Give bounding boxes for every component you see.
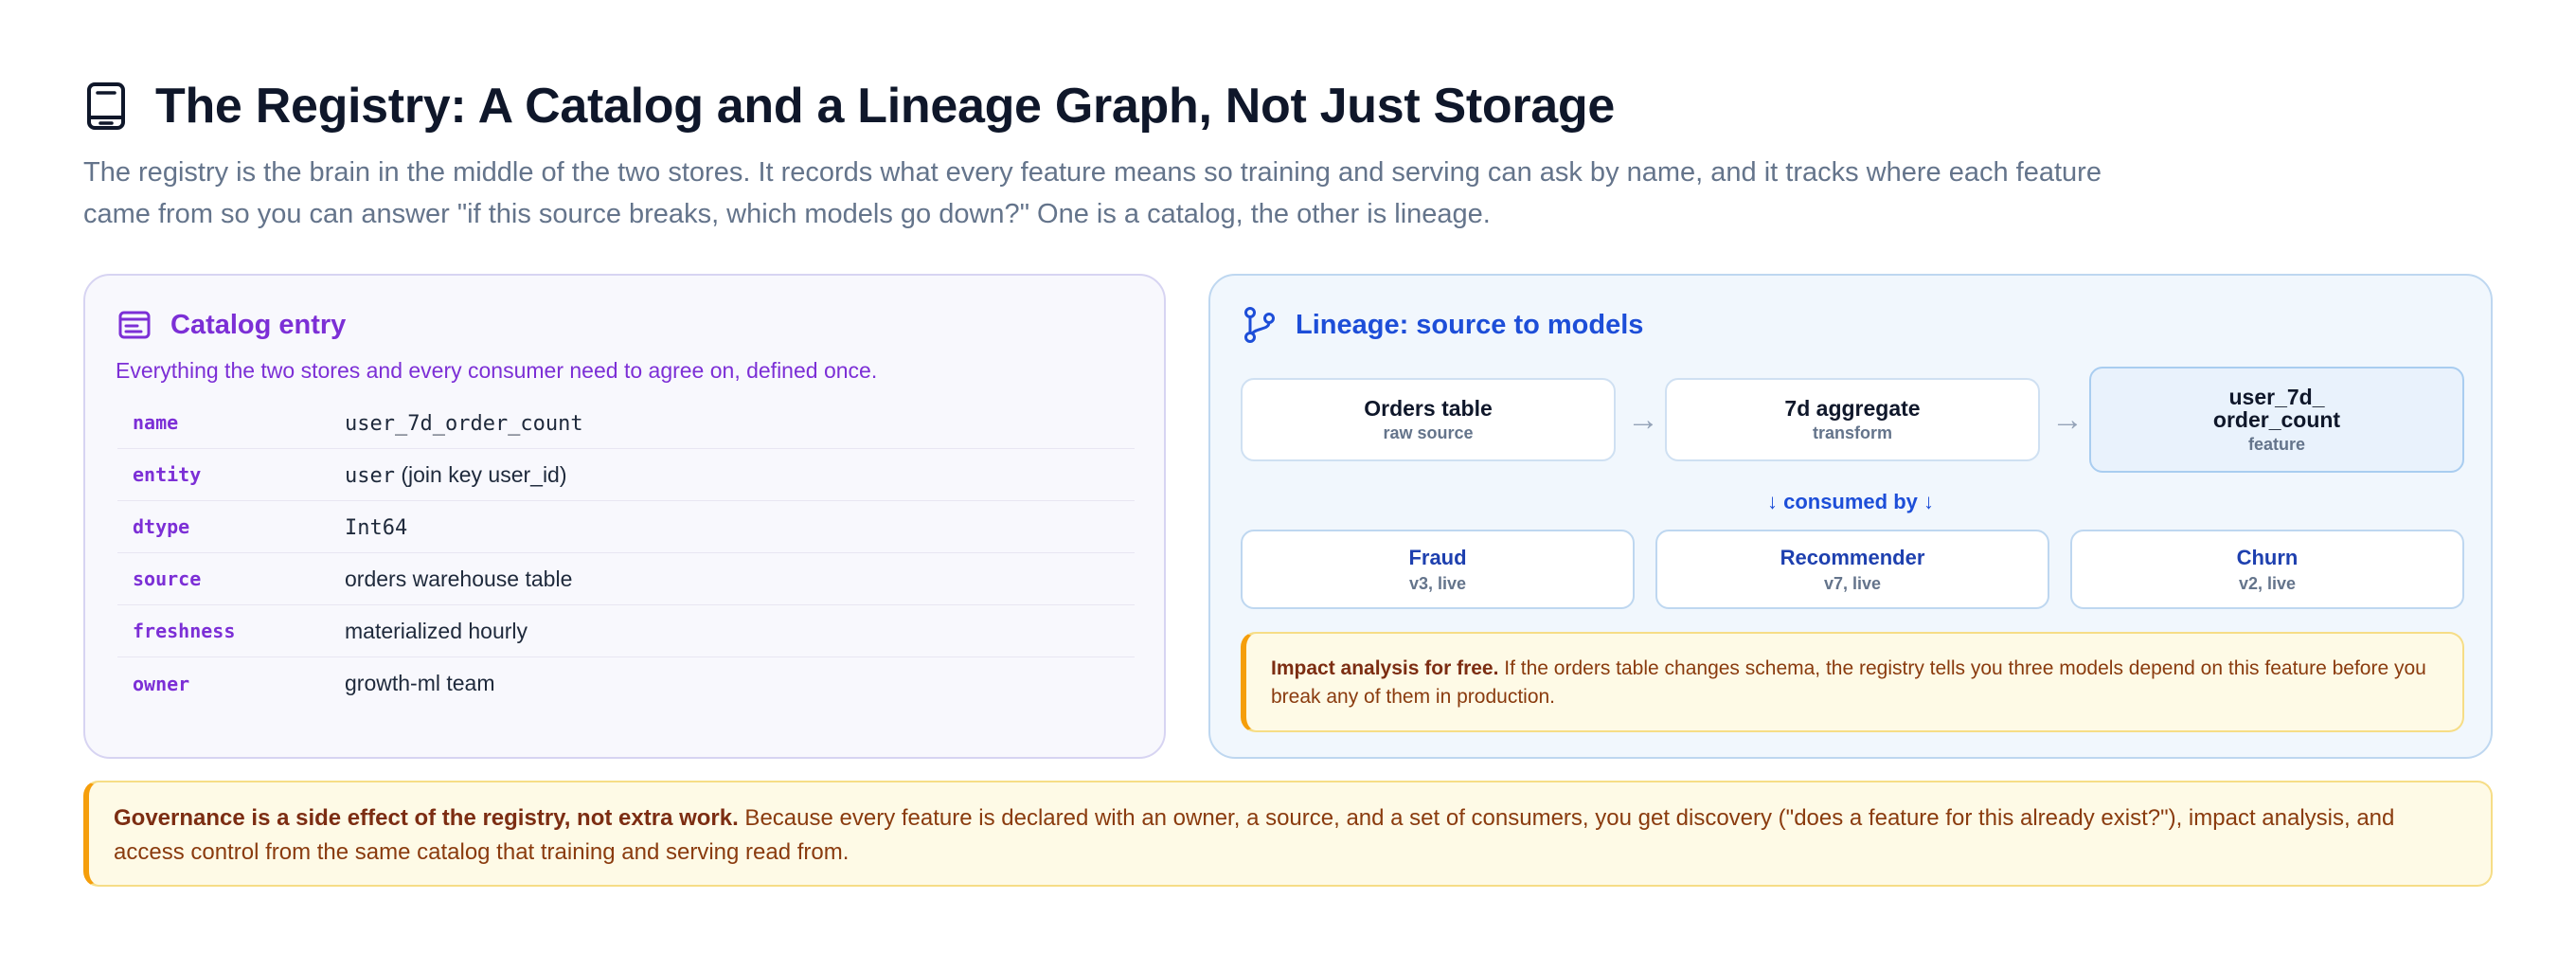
lineage-header: Lineage: source to models: [1243, 304, 1643, 346]
consumer-fraud: Fraud v3, live: [1241, 530, 1635, 609]
catalog-row-dtype: dtype Int64: [117, 501, 1135, 553]
consumer-subtitle: v2, live: [2238, 573, 2297, 593]
catalog-key: name: [133, 411, 179, 434]
impact-callout: Impact analysis for free. If the orders …: [1241, 632, 2464, 732]
arrow-right-icon: →: [2051, 402, 2084, 438]
catalog-value: orders warehouse table: [345, 566, 573, 591]
consumer-title: Fraud: [1408, 545, 1467, 569]
catalog-value: growth-ml team: [345, 671, 495, 695]
catalog-title: Catalog entry: [170, 310, 347, 340]
catalog-key: source: [133, 567, 202, 590]
page: The Registry: A Catalog and a Lineage Gr…: [83, 72, 2493, 887]
cards-row: Catalog entry Everything the two stores …: [83, 274, 2493, 761]
node-title-line1: user_7d_: [2228, 384, 2325, 409]
node-title-line2: order_count: [2212, 406, 2341, 432]
flow-node-feature: user_7d_ order_count feature: [2089, 367, 2464, 473]
consumer-title: Recommender: [1780, 545, 1925, 569]
impact-bold: Impact analysis for free.: [1271, 657, 1499, 679]
consumer-title: Churn: [2236, 545, 2299, 569]
governance-callout: Governance is a side effect of the regis…: [83, 781, 2493, 887]
consumer-subtitle: v7, live: [1823, 573, 1882, 593]
lineage-card: Lineage: source to models Orders table r…: [1208, 274, 2493, 759]
intro-text: The registry is the brain in the middle …: [83, 157, 2102, 229]
catalog-row-name: name user_7d_order_count: [117, 397, 1135, 449]
consumer-subtitle: v3, live: [1408, 573, 1467, 593]
catalog-header: Catalog entry: [117, 304, 346, 346]
catalog-row-entity: entity user (join key user_id): [117, 449, 1135, 501]
node-subtitle: transform: [1812, 423, 1892, 442]
lineage-flow: Orders table raw source → 7d aggregate t…: [1241, 367, 2464, 475]
catalog-card: Catalog entry Everything the two stores …: [83, 274, 1166, 759]
catalog-key: freshness: [133, 620, 236, 642]
catalog-value: Int64: [345, 514, 407, 540]
catalog-value-mono: user_7d_order_count: [345, 411, 583, 436]
title-row: The Registry: A Catalog and a Lineage Gr…: [83, 72, 2493, 140]
catalog-row-owner: owner growth-ml team: [117, 657, 1135, 710]
catalog-value-mono: user: [345, 463, 395, 488]
book-icon: [83, 81, 129, 132]
node-title: 7d aggregate: [1784, 395, 1921, 421]
catalog-value-rest: (join key user_id): [394, 461, 567, 487]
catalog-table: name user_7d_order_count entity user (jo…: [117, 397, 1135, 710]
flow-node-source: Orders table raw source: [1241, 378, 1616, 461]
lineage-title: Lineage: source to models: [1296, 310, 1644, 340]
catalog-value: user (join key user_id): [345, 462, 567, 488]
branch-icon: [1243, 307, 1277, 343]
page-title: The Registry: A Catalog and a Lineage Gr…: [155, 79, 1615, 134]
flow-node-transform: 7d aggregate transform: [1665, 378, 2040, 461]
consumed-by-label: ↓ consumed by ↓: [1766, 490, 1935, 513]
catalog-key: entity: [133, 463, 202, 486]
catalog-row-source: source orders warehouse table: [117, 553, 1135, 605]
catalog-value: user_7d_order_count: [345, 410, 583, 436]
catalog-key: owner: [133, 672, 190, 695]
catalog-subtitle: Everything the two stores and every cons…: [116, 358, 878, 383]
node-subtitle: feature: [2247, 434, 2306, 454]
consumer-churn: Churn v2, live: [2070, 530, 2464, 609]
consumer-recommender: Recommender v7, live: [1655, 530, 2049, 609]
governance-bold: Governance is a side effect of the regis…: [114, 805, 739, 831]
catalog-value: materialized hourly: [345, 618, 528, 643]
consumers-row: Fraud v3, live Recommender v7, live Chur…: [1241, 530, 2464, 611]
card-icon: [117, 308, 152, 342]
catalog-row-freshness: freshness materialized hourly: [117, 605, 1135, 657]
node-title: Orders table: [1364, 395, 1493, 421]
catalog-key: dtype: [133, 515, 190, 538]
catalog-value-mono: Int64: [345, 515, 408, 540]
node-subtitle: raw source: [1383, 423, 1474, 442]
arrow-right-icon: →: [1627, 402, 1659, 438]
